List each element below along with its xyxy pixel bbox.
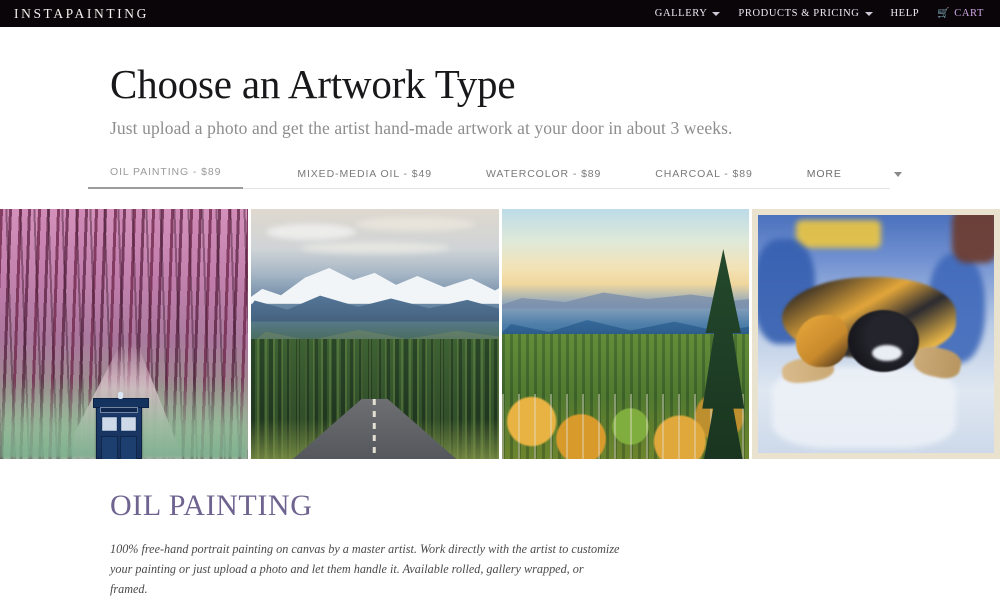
decorative-brushstroke	[795, 219, 881, 249]
cart-button[interactable]: 🛒 CART	[937, 8, 984, 19]
page-header: Choose an Artwork Type Just upload a pho…	[0, 27, 1000, 139]
chevron-down-icon	[712, 11, 721, 16]
nav-item-gallery[interactable]: GALLERY	[655, 8, 721, 19]
decorative-window	[119, 416, 137, 433]
tab-watercolor[interactable]: WATERCOLOR - $89	[486, 168, 601, 189]
decorative-snow-peaks	[250, 268, 499, 305]
site-logo[interactable]: INSTAPAINTING	[14, 6, 149, 22]
decorative-police-box	[92, 392, 149, 460]
nav-item-help[interactable]: HELP	[891, 8, 920, 19]
decorative-brushstroke	[951, 215, 995, 263]
page-title: Choose an Artwork Type	[110, 61, 516, 107]
decorative-cloud	[354, 216, 475, 231]
nav-item-products-pricing[interactable]: PRODUCTS & PRICING	[738, 8, 873, 19]
decorative-sign	[99, 407, 138, 414]
decorative-cloud	[300, 241, 451, 254]
shopping-cart-icon: 🛒	[937, 7, 951, 19]
nav-item-help-label: HELP	[890, 8, 920, 19]
tab-oil-painting[interactable]: OIL PAINTING - $89	[88, 166, 244, 190]
tab-more-label: MORE	[806, 168, 842, 181]
decorative-dog-head	[795, 315, 848, 368]
artwork-detail-section: OIL PAINTING 100% free-hand portrait pai…	[0, 459, 1000, 610]
decorative-window	[100, 416, 118, 433]
page-subtitle: Just upload a photo and get the artist h…	[110, 118, 733, 139]
decorative-cat	[847, 310, 919, 373]
artwork-type-tabs: OIL PAINTING - $89 MIXED-MEDIA OIL - $49…	[88, 159, 902, 190]
artwork-description: 100% free-hand portrait painting on canv…	[110, 542, 620, 596]
chevron-down-icon	[893, 171, 902, 177]
tab-charcoal[interactable]: CHARCOAL - $89	[655, 168, 752, 189]
gallery-image-mountain-road[interactable]	[250, 209, 499, 460]
nav-item-gallery-label: GALLERY	[654, 8, 708, 19]
gallery-image-autumn-vista[interactable]	[501, 209, 750, 460]
chevron-down-icon	[864, 11, 873, 16]
decorative-door	[100, 436, 118, 460]
gallery-image-pink-forest-tardis[interactable]	[0, 209, 248, 460]
nav-links: GALLERY PRODUCTS & PRICING HELP 🛒 CART	[655, 8, 988, 19]
top-navigation-bar: INSTAPAINTING GALLERY PRODUCTS & PRICING…	[0, 0, 1000, 27]
decorative-door	[119, 436, 137, 460]
decorative-cloud	[265, 224, 356, 241]
tab-more-dropdown[interactable]: MORE	[807, 168, 902, 189]
artwork-gallery-strip	[0, 209, 1000, 460]
tab-mixed-media-oil[interactable]: MIXED-MEDIA OIL - $49	[297, 168, 432, 189]
cart-label: CART	[954, 8, 984, 19]
gallery-image-dog-and-cat[interactable]	[752, 209, 1000, 460]
artwork-detail-title: OIL PAINTING	[110, 489, 313, 523]
nav-item-products-pricing-label: PRODUCTS & PRICING	[738, 8, 860, 19]
